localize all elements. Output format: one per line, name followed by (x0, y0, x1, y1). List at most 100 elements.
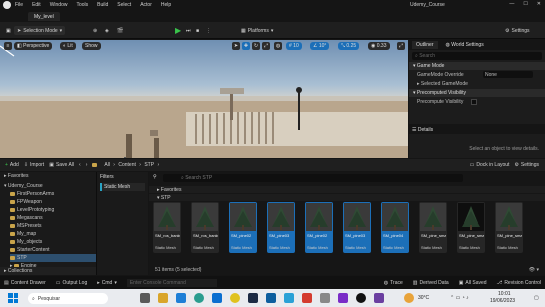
asset-tile[interactable]: SM_pine02 Static Mesh (305, 202, 333, 253)
section-game-mode[interactable]: ▾ Game Mode (409, 62, 545, 70)
folder-item[interactable]: Megascans (10, 214, 96, 222)
save-icon[interactable]: ▣ (3, 26, 14, 35)
lit-button[interactable]: ◐ Lit (60, 42, 76, 50)
file-explorer-icon[interactable] (158, 293, 168, 303)
tab-world-settings[interactable]: ◍ World Settings (442, 41, 488, 49)
folder-item[interactable]: MSPresets (10, 222, 96, 230)
nav-back-icon[interactable]: ‹ (79, 162, 81, 168)
app-icon-3[interactable] (338, 293, 348, 303)
platforms-button[interactable]: ▦ Platforms ▾ (238, 26, 276, 35)
outliner-search-input[interactable]: ⌕ Search (412, 52, 542, 60)
perspective-button[interactable]: ◧ Perspective (14, 42, 53, 50)
scale-tool-icon[interactable]: ⤢ (262, 42, 270, 50)
menu-edit[interactable]: Edit (32, 2, 41, 8)
telegram-icon[interactable] (284, 293, 294, 303)
collections-header[interactable]: ▸ Collections (0, 267, 96, 275)
translate-tool-icon[interactable]: ✚ (242, 42, 250, 50)
folder-item[interactable]: FPWeapon (10, 198, 96, 206)
content-settings-button[interactable]: ⚙ Settings (514, 162, 539, 168)
add-button[interactable]: + Add (5, 162, 19, 168)
favorites-section[interactable]: ▸ Favorites (149, 186, 545, 193)
asset-tile[interactable]: SM_pine_small02 Static Mesh (419, 202, 447, 253)
add-actor-icon[interactable]: ⊕ (90, 26, 100, 35)
section-precomputed-visibility[interactable]: ▾ Precomputed Visibility (409, 89, 545, 97)
level-viewport[interactable]: ≡ ◧ Perspective ◐ Lit Show ➤ ✚ ↻ ⤢ ◍ # 1… (0, 40, 408, 158)
save-all-button[interactable]: ▣ Save All (49, 162, 74, 168)
console-input[interactable]: Enter Console Command (126, 278, 217, 287)
grid-snap-button[interactable]: # 10 (286, 42, 302, 50)
derived-data-button[interactable]: ▥ Derived Data (413, 280, 449, 286)
project-header[interactable]: ▾ Udemy_Course (0, 182, 96, 190)
taskbar-search-input[interactable]: ⌕ Pesquisar (28, 293, 108, 304)
cinematics-icon[interactable]: 🎬 (114, 26, 126, 35)
notification-icon[interactable]: ▢ (534, 295, 539, 301)
gamemode-override-select[interactable]: None (483, 71, 533, 78)
world-space-icon[interactable]: ◍ (274, 42, 282, 50)
trace-button[interactable]: ◍ Trace (384, 280, 403, 286)
app-icon-2[interactable] (320, 293, 330, 303)
all-saved-button[interactable]: ▣ All Saved (459, 280, 487, 286)
store-icon[interactable] (212, 293, 222, 303)
favorites-header[interactable]: ▸ Favorites (0, 172, 96, 180)
stp-section[interactable]: ▾ STP (149, 194, 545, 201)
steam-icon[interactable] (248, 293, 258, 303)
chrome-icon[interactable] (230, 293, 240, 303)
select-tool-icon[interactable]: ➤ (232, 42, 240, 50)
maximize-viewport-icon[interactable]: ⤢ (397, 42, 405, 50)
asset-tile[interactable]: SM_pine03 Static Mesh (267, 202, 295, 253)
asset-tile[interactable]: SM_ros_bank03 Static Mesh (191, 202, 219, 253)
minimize-icon[interactable]: — (509, 1, 514, 7)
asset-tile[interactable]: SM_pine03 Static Mesh (343, 202, 371, 253)
nav-forward-icon[interactable]: › (86, 162, 88, 168)
content-drawer-button[interactable]: ▤ Content Drawer (4, 280, 46, 286)
breadcrumb-all[interactable]: All (104, 162, 110, 168)
camera-speed-button[interactable]: ◉ 0.33 (368, 42, 390, 50)
output-log-button[interactable]: ▭ Output Log (56, 280, 87, 286)
menu-window[interactable]: Window (50, 2, 68, 8)
menu-file[interactable]: File (15, 2, 23, 8)
scale-snap-button[interactable]: ⤡ 0.25 (338, 42, 360, 50)
menu-select[interactable]: Select (117, 2, 131, 8)
edge-icon[interactable] (194, 293, 204, 303)
asset-tile[interactable]: SM_pine04 Static Mesh (381, 202, 409, 253)
show-button[interactable]: Show (82, 42, 101, 50)
asset-tile[interactable]: SM_pine_small03 Static Mesh (457, 202, 485, 253)
folder-item[interactable]: My_objects (10, 238, 96, 246)
asset-tile[interactable]: SM_ros_bank02 Static Mesh (153, 202, 181, 253)
folder-item[interactable]: StarterContent (10, 246, 96, 254)
blueprint-icon[interactable]: ◈ (102, 26, 112, 35)
menu-actor[interactable]: Actor (140, 2, 152, 8)
revision-control-button[interactable]: ⎇ Revision Control (497, 280, 541, 286)
filter-icon[interactable]: ⚲ (153, 174, 157, 180)
maximize-icon[interactable]: ☐ (523, 1, 527, 7)
level-tab[interactable]: My_level (28, 12, 60, 21)
view-options-icon[interactable]: 👁 ▾ (529, 267, 539, 273)
step-icon[interactable]: ⏭ (183, 26, 194, 35)
precompute-checkbox[interactable] (471, 98, 478, 105)
settings-button[interactable]: ⚙ Settings (502, 26, 533, 35)
breadcrumb-content[interactable]: Content (118, 162, 136, 168)
selection-mode-button[interactable]: ➤ Selection Mode ▾ (14, 26, 66, 35)
filter-static-mesh[interactable]: Static Mesh (100, 183, 145, 191)
cmd-button[interactable]: ▸ Cmd ▾ (97, 280, 117, 286)
dock-in-layout-button[interactable]: ▭ Dock in Layout (470, 162, 510, 168)
folder-item[interactable]: LevelPrototyping (10, 206, 96, 214)
menu-help[interactable]: Help (161, 2, 171, 8)
menu-build[interactable]: Build (97, 2, 108, 8)
prop-selected-gamemode[interactable]: ▸ Selected GameMode (409, 79, 545, 88)
play-options-icon[interactable]: ⋮ (203, 26, 214, 35)
app-icon-4[interactable] (374, 293, 384, 303)
menu-tools[interactable]: Tools (76, 2, 88, 8)
asset-search-input[interactable]: ⌕ Search STP (163, 174, 463, 182)
folder-item[interactable]: FirstPersonArms (10, 190, 96, 198)
stop-icon[interactable]: ■ (193, 26, 202, 35)
breadcrumb-stp[interactable]: STP (144, 162, 154, 168)
viewport-menu-icon[interactable]: ≡ (4, 42, 12, 50)
folder-item[interactable]: STP (10, 254, 96, 262)
unreal-engine-icon[interactable] (356, 293, 366, 303)
app-icon[interactable] (302, 293, 312, 303)
mail-icon[interactable] (176, 293, 186, 303)
tab-outliner[interactable]: Outliner (412, 41, 438, 49)
tray-icons[interactable]: ⌃ ▭ ◔ ♪ (450, 295, 469, 301)
folder-item[interactable]: My_map (10, 230, 96, 238)
